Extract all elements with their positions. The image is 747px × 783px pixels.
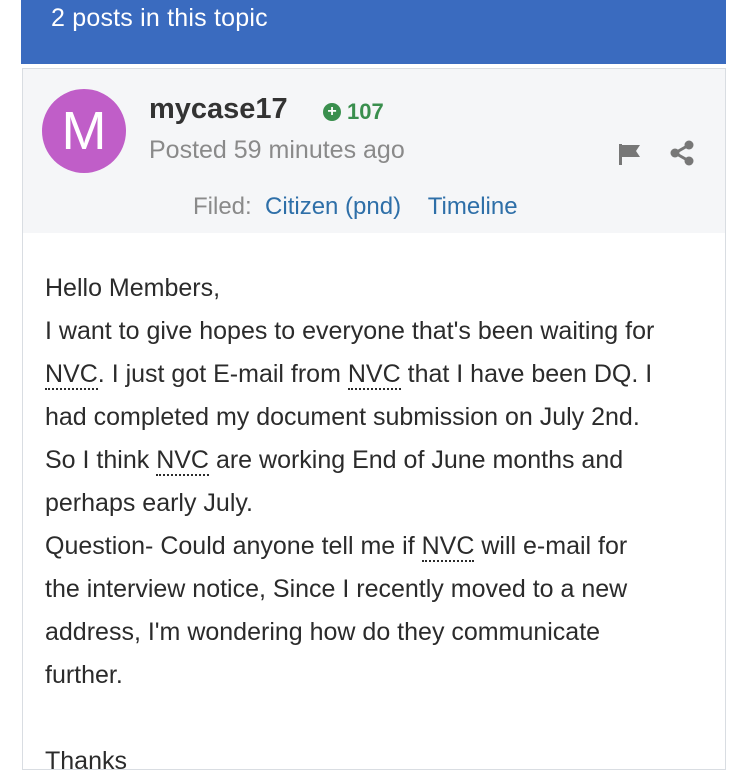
post-line: I want to give hopes to everyone that's … xyxy=(45,317,655,345)
post-line: address, I'm wondering how do they commu… xyxy=(45,618,601,646)
avatar[interactable]: M xyxy=(42,89,126,173)
post-line: Question- Could anyone tell me if NVC wi… xyxy=(45,532,628,562)
post-header: M mycase17 + 107 Posted 59 minutes ago F… xyxy=(23,69,725,233)
post-line: Hello Members, xyxy=(45,274,221,302)
post-line: had completed my document submission on … xyxy=(45,403,640,431)
post-timestamp: Posted 59 minutes ago xyxy=(149,136,405,164)
reputation-count: 107 xyxy=(347,99,384,124)
plus-icon: + xyxy=(323,103,341,121)
nvc-abbr[interactable]: NVC xyxy=(45,360,98,390)
post-body: Hello Members, I want to give hopes to e… xyxy=(45,267,705,783)
post-line: the interview notice, Since I recently m… xyxy=(45,575,628,603)
post-card: M mycase17 + 107 Posted 59 minutes ago F… xyxy=(22,68,726,775)
nvc-abbr[interactable]: NVC xyxy=(156,446,209,476)
reputation-badge: + 107 xyxy=(323,99,384,125)
nvc-abbr[interactable]: NVC xyxy=(347,360,401,390)
filed-info: Filed: Citizen (pnd) Timeline xyxy=(193,193,518,221)
timeline-link[interactable]: Timeline xyxy=(428,193,518,220)
author-name[interactable]: mycase17 xyxy=(149,93,288,126)
post-line: perhaps early July. xyxy=(45,489,253,517)
filed-label: Filed: xyxy=(193,193,252,220)
citizen-link[interactable]: Citizen (pnd) xyxy=(265,193,401,220)
nvc-abbr[interactable]: NVC xyxy=(421,532,475,562)
post-count: 2 posts in this topic xyxy=(51,4,268,32)
post-line: Thanks xyxy=(45,747,127,775)
post-line: NVC. I just got E-mail from NVC that I h… xyxy=(45,360,653,390)
post-line: So I think NVC are working End of June m… xyxy=(45,446,624,476)
share-icon[interactable] xyxy=(669,140,695,166)
flag-icon[interactable] xyxy=(617,141,643,167)
topic-header-bar: 2 posts in this topic xyxy=(21,0,726,64)
post-line: further. xyxy=(45,661,123,689)
